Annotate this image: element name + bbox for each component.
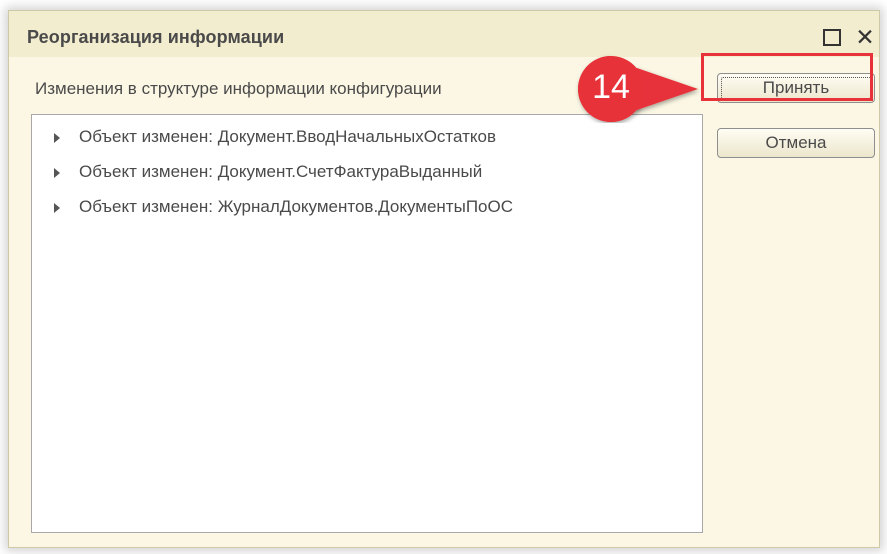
expand-arrow-icon[interactable] (54, 133, 60, 143)
expand-arrow-icon[interactable] (54, 203, 60, 213)
cancel-button-label: Отмена (765, 133, 827, 152)
reorganization-dialog: Реорганизация информации ✕ Изменения в с… (8, 10, 880, 548)
expand-arrow-icon[interactable] (54, 168, 60, 178)
title-bar[interactable]: Реорганизация информации ✕ (9, 11, 879, 57)
tree-item-label: Объект изменен: ЖурналДокументов.Докумен… (79, 197, 513, 216)
dialog-title: Реорганизация информации (27, 27, 285, 47)
accept-button[interactable]: Принять (717, 73, 875, 103)
changes-tree[interactable]: Объект изменен: Документ.ВводНачальныхОс… (31, 114, 703, 533)
close-icon[interactable]: ✕ (854, 25, 876, 49)
tree-item-label: Объект изменен: Документ.ВводНачальныхОс… (79, 127, 497, 146)
tree-item[interactable]: Объект изменен: ЖурналДокументов.Докумен… (32, 193, 702, 221)
changes-caption: Изменения в структуре информации конфигу… (35, 79, 442, 98)
maximize-icon[interactable] (823, 29, 841, 46)
focus-ring (721, 77, 871, 99)
tree-item-label: Объект изменен: Документ.СчетФактураВыда… (79, 162, 483, 181)
tree-item[interactable]: Объект изменен: Документ.ВводНачальныхОс… (32, 123, 702, 151)
tree-item[interactable]: Объект изменен: Документ.СчетФактураВыда… (32, 158, 702, 186)
cancel-button[interactable]: Отмена (717, 128, 875, 158)
